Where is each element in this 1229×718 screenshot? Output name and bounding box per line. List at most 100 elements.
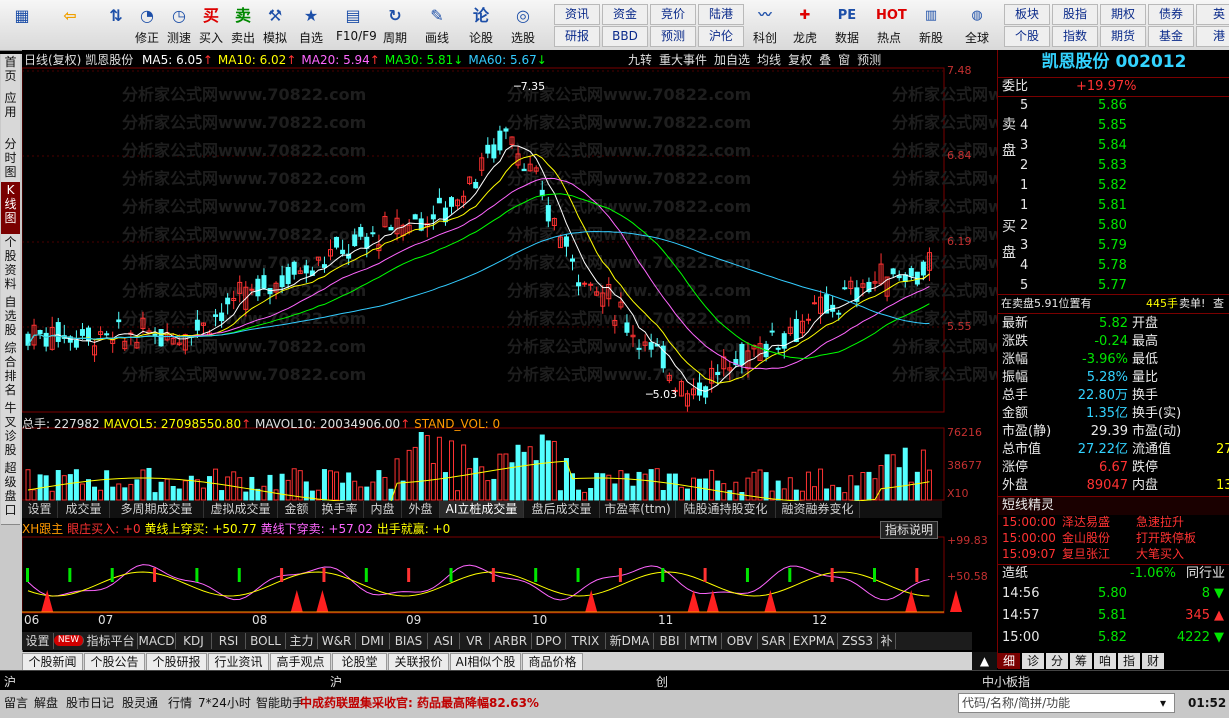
chart-action[interactable]: 复权: [788, 53, 812, 67]
toolbar-button[interactable]: HOT 热点: [872, 2, 907, 48]
same-industry-link[interactable]: 同行业: [1186, 565, 1225, 583]
indicator-tab[interactable]: 多周期成交量: [110, 501, 204, 518]
left-tab[interactable]: 个股资料: [1, 234, 20, 295]
kline-chart-area[interactable]: 分析家公式网www.70822.com 分析家公式网www.70822.com 分析…: [22, 50, 997, 632]
toolbar-link[interactable]: 期权: [1100, 4, 1146, 25]
quote-panel-tab[interactable]: 筹: [1070, 653, 1092, 669]
indicator-tab[interactable]: 换手率: [316, 501, 364, 518]
bottom-indicator-tab[interactable]: 指标平台: [84, 633, 138, 649]
bottom-indicator-tab[interactable]: RSI: [212, 633, 246, 649]
toolbar-link[interactable]: 英: [1196, 4, 1229, 25]
chart-action[interactable]: 窗: [838, 53, 850, 67]
bottom-indicator-tab[interactable]: EXPMA: [790, 633, 838, 649]
toolbar-button[interactable]: ▦: [2, 2, 42, 48]
toolbar-button[interactable]: ◷ 测速: [162, 2, 196, 48]
toolbar-link[interactable]: 指数: [1052, 26, 1098, 47]
search-input[interactable]: 代码/名称/简拼/功能: [958, 693, 1175, 713]
toolbar-button[interactable]: ◎ 选股: [506, 2, 540, 48]
toolbar-button[interactable]: ⚒ 模拟: [258, 2, 292, 48]
news-tab[interactable]: 个股公告: [84, 653, 145, 671]
bottom-indicator-tab[interactable]: 设置: [22, 633, 54, 649]
toolbar-button[interactable]: ▤ F10/F9: [336, 2, 377, 48]
toolbar-button[interactable]: 买买入: [194, 2, 228, 48]
left-tab[interactable]: 自选股: [1, 294, 20, 341]
toolbar-link[interactable]: 资金: [602, 4, 648, 25]
quote-panel-tab[interactable]: 财: [1142, 653, 1164, 669]
toolbar-link[interactable]: 预测: [650, 26, 696, 47]
chart-action[interactable]: 重大事件: [659, 53, 707, 67]
footer-item[interactable]: 行情: [168, 693, 192, 713]
news-tab[interactable]: 论股堂: [332, 653, 387, 671]
footer-item[interactable]: 股灵通: [122, 693, 158, 713]
indicator-tab[interactable]: 盘后成交量: [524, 501, 600, 518]
chart-action[interactable]: 九转: [628, 53, 652, 67]
bottom-indicator-tab[interactable]: ARBR: [490, 633, 532, 649]
bottom-indicator-tab[interactable]: ZSS3: [838, 633, 878, 649]
toolbar-link[interactable]: BBD: [602, 26, 648, 47]
footer-item[interactable]: 留言: [4, 693, 28, 713]
footer-item[interactable]: 股市日记: [66, 693, 114, 713]
chart-action[interactable]: 均线: [757, 53, 781, 67]
left-tab[interactable]: 应用: [1, 90, 20, 137]
left-tab[interactable]: 分时图: [1, 136, 20, 183]
footer-item[interactable]: 解盘: [34, 693, 58, 713]
indicator-tab[interactable]: 金额: [278, 501, 316, 518]
status-sh-2[interactable]: 沪: [330, 673, 342, 690]
toolbar-link[interactable]: 研报: [554, 26, 600, 47]
bottom-indicator-tab[interactable]: TRIX: [566, 633, 606, 649]
toolbar-link[interactable]: 资讯: [554, 4, 600, 25]
bottom-indicator-tab[interactable]: 主力: [286, 633, 318, 649]
chart-action[interactable]: 加自选: [714, 53, 750, 67]
bottom-indicator-tab[interactable]: BOLL: [246, 633, 286, 649]
bottom-indicator-tab[interactable]: BIAS: [390, 633, 428, 649]
industry-row[interactable]: 造纸 -1.06% 同行业: [998, 564, 1229, 583]
spirit-row[interactable]: 15:00:00 金山股份 打开跌停板: [998, 530, 1229, 546]
indicator-tab[interactable]: 设置: [22, 501, 58, 518]
toolbar-link[interactable]: 板块: [1004, 4, 1050, 25]
bottom-indicator-tab[interactable]: W&R: [318, 633, 356, 649]
left-tab[interactable]: 牛叉诊股: [1, 400, 20, 461]
toolbar-button[interactable]: PE 数据: [830, 2, 864, 48]
toolbar-button[interactable]: ★ 自选: [294, 2, 328, 48]
bottom-indicator-tab[interactable]: VR: [460, 633, 490, 649]
status-sme[interactable]: 中小板指: [982, 673, 1030, 690]
indicator-tab[interactable]: 陆股通持股变化: [676, 501, 776, 518]
news-tab[interactable]: 个股研报: [146, 653, 207, 671]
toolbar-button[interactable]: ✎ 画线: [420, 2, 454, 48]
indicator-tab[interactable]: 内盘: [364, 501, 402, 518]
expand-up-icon[interactable]: ▲: [972, 652, 997, 670]
footer-item[interactable]: 7*24小时: [198, 693, 251, 713]
quote-panel-tab[interactable]: 指: [1118, 653, 1140, 669]
bottom-indicator-tab[interactable]: OBV: [722, 633, 758, 649]
toolbar-button[interactable]: ◍ 全球: [960, 2, 994, 48]
spirit-row[interactable]: 15:09:07 复旦张江 大笔买入: [998, 546, 1229, 562]
bottom-indicator-tab[interactable]: BBI: [654, 633, 686, 649]
footer-item[interactable]: 智能助手: [256, 693, 304, 713]
bottom-indicator-tab[interactable]: DMI: [356, 633, 390, 649]
bottom-indicator-tab[interactable]: MACD: [138, 633, 176, 649]
indicator-tab[interactable]: 成交量: [58, 501, 110, 518]
bottom-indicator-tab[interactable]: DPO: [532, 633, 566, 649]
bottom-indicator-tab[interactable]: MTM: [686, 633, 722, 649]
bottom-indicator-tab[interactable]: 新DMA: [606, 633, 654, 649]
toolbar-button[interactable]: ⇦: [50, 2, 90, 48]
bottom-indicator-tab[interactable]: ASI: [428, 633, 460, 649]
indicator-tab[interactable]: 虚拟成交量: [204, 501, 278, 518]
news-tab[interactable]: 商品价格: [522, 653, 583, 671]
toolbar-link[interactable]: 基金: [1148, 26, 1194, 47]
toolbar-button[interactable]: 论论股: [464, 2, 498, 48]
toolbar-button[interactable]: ▥ 新股: [914, 2, 948, 48]
spirit-row[interactable]: 15:00:00 泽达易盛 急速拉升: [998, 514, 1229, 530]
toolbar-link[interactable]: 期货: [1100, 26, 1146, 47]
left-tab[interactable]: K线图: [1, 182, 20, 235]
left-tab[interactable]: 首页: [1, 54, 20, 91]
chart-action[interactable]: 预测: [857, 53, 881, 67]
news-tab[interactable]: AI相似个股: [450, 653, 521, 671]
quote-panel-tab[interactable]: 诊: [1022, 653, 1044, 669]
toolbar-link[interactable]: 竞价: [650, 4, 696, 25]
quote-panel-tab[interactable]: 分: [1046, 653, 1068, 669]
toolbar-button[interactable]: 〰科创: [748, 2, 782, 48]
bottom-indicator-tab[interactable]: NEW: [54, 635, 84, 646]
indicator-tab[interactable]: 市盈率(ttm): [600, 501, 676, 518]
indicator-tab[interactable]: 外盘: [402, 501, 440, 518]
